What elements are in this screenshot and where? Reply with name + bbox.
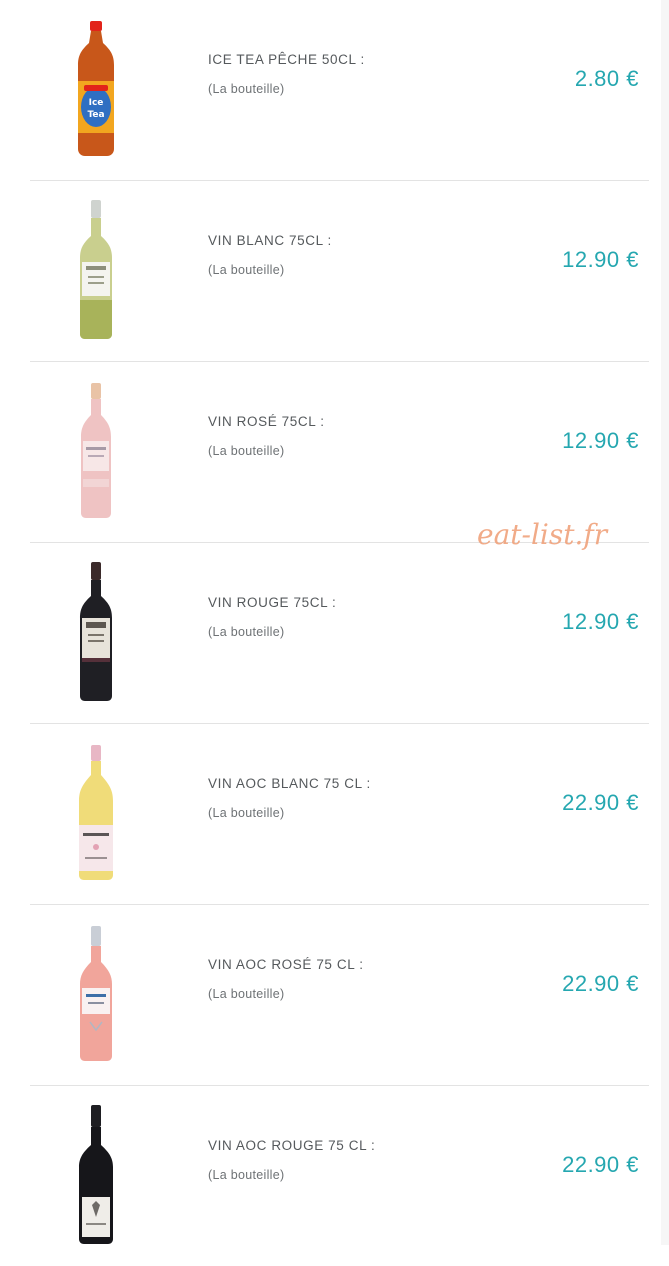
product-name: VIN AOC BLANC 75 CL : — [208, 776, 371, 791]
list-item[interactable]: VIN AOC ROUGE 75 CL : (La bouteille) 22.… — [30, 1086, 649, 1266]
list-item[interactable]: VIN AOC ROSÉ 75 CL : (La bouteille) 22.9… — [30, 905, 649, 1086]
aoc-rose-wine-bottle-icon — [66, 915, 126, 1073]
list-item[interactable]: Ice Tea ICE TEA PÊCHE 50CL : (La bouteil… — [30, 0, 649, 181]
product-unit: (La bouteille) — [208, 444, 285, 458]
red-wine-bottle-icon — [66, 553, 126, 711]
product-name: ICE TEA PÊCHE 50CL : — [208, 52, 365, 67]
watermark: eat-list.fr — [477, 518, 608, 551]
product-price: 2.80 € — [574, 66, 639, 91]
product-price: 12.90 € — [562, 609, 639, 634]
product-list: Ice Tea ICE TEA PÊCHE 50CL : (La bouteil… — [0, 0, 669, 1266]
product-price: 22.90 € — [562, 971, 639, 996]
list-item[interactable]: VIN ROUGE 75CL : (La bouteille) 12.90 € — [30, 543, 649, 724]
product-name: VIN ROUGE 75CL : — [208, 595, 337, 610]
product-name: VIN AOC ROUGE 75 CL : — [208, 1138, 376, 1153]
white-wine-bottle-icon — [66, 191, 126, 349]
aoc-white-wine-bottle-icon — [66, 734, 126, 892]
product-unit: (La bouteille) — [208, 987, 285, 1001]
product-unit: (La bouteille) — [208, 82, 285, 96]
product-name: VIN ROSÉ 75CL : — [208, 414, 325, 429]
product-unit: (La bouteille) — [208, 263, 285, 277]
product-price: 22.90 € — [562, 790, 639, 815]
product-price: 12.90 € — [562, 428, 639, 453]
list-item[interactable]: VIN BLANC 75CL : (La bouteille) 12.90 € — [30, 181, 649, 362]
product-price: 12.90 € — [562, 247, 639, 272]
list-item[interactable]: VIN AOC BLANC 75 CL : (La bouteille) 22.… — [30, 724, 649, 905]
product-unit: (La bouteille) — [208, 625, 285, 639]
aoc-red-wine-bottle-icon — [66, 1096, 126, 1254]
rose-wine-bottle-icon — [66, 372, 126, 530]
product-price: 22.90 € — [562, 1152, 639, 1177]
ice-tea-bottle-icon: Ice Tea — [66, 10, 126, 168]
svg-text:Tea: Tea — [87, 110, 104, 120]
svg-text:Ice: Ice — [89, 98, 104, 108]
product-name: VIN AOC ROSÉ 75 CL : — [208, 957, 364, 972]
product-unit: (La bouteille) — [208, 806, 285, 820]
product-unit: (La bouteille) — [208, 1168, 285, 1182]
list-item[interactable]: VIN ROSÉ 75CL : (La bouteille) 12.90 € — [30, 362, 649, 543]
product-name: VIN BLANC 75CL : — [208, 233, 332, 248]
